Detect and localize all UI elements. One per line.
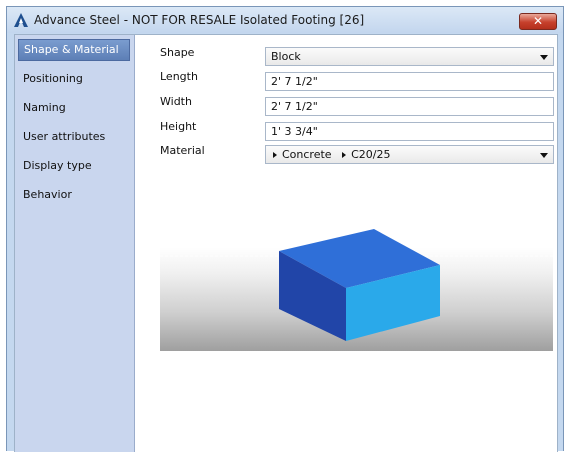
shape-label: Shape	[160, 46, 195, 59]
chevron-down-icon	[540, 55, 548, 60]
sidebar-item-naming[interactable]: Naming	[18, 97, 130, 119]
block-preview-graphic	[160, 229, 553, 341]
dialog-client-area: Shape & Material Positioning Naming User…	[14, 34, 558, 452]
sidebar: Shape & Material Positioning Naming User…	[15, 35, 135, 452]
sidebar-item-positioning[interactable]: Positioning	[18, 68, 130, 90]
material-dropdown[interactable]: Concrete C20/25	[265, 145, 554, 164]
sidebar-item-display-type[interactable]: Display type	[18, 155, 130, 177]
material-category: Concrete	[282, 148, 332, 161]
shape-dropdown[interactable]: Block	[265, 47, 554, 66]
width-input[interactable]: 2' 7 1/2"	[265, 97, 554, 116]
width-label: Width	[160, 95, 192, 108]
shape-preview-viewport[interactable]	[160, 222, 553, 351]
material-label: Material	[160, 144, 205, 157]
length-input[interactable]: 2' 7 1/2"	[265, 72, 554, 91]
advance-steel-logo-icon	[14, 13, 28, 27]
dialog-window: Advance Steel - NOT FOR RESALE Isolated …	[6, 6, 564, 452]
sidebar-item-behavior[interactable]: Behavior	[18, 184, 130, 206]
window-title: Advance Steel - NOT FOR RESALE Isolated …	[34, 13, 365, 27]
breadcrumb-arrow-icon	[342, 152, 347, 158]
title-bar[interactable]: Advance Steel - NOT FOR RESALE Isolated …	[7, 7, 563, 33]
shape-value: Block	[271, 50, 301, 63]
height-label: Height	[160, 120, 197, 133]
sidebar-item-user-attributes[interactable]: User attributes	[18, 126, 130, 148]
sidebar-item-shape-material[interactable]: Shape & Material	[18, 39, 130, 61]
material-grade: C20/25	[351, 148, 391, 161]
chevron-down-icon	[540, 153, 548, 158]
breadcrumb-arrow-icon	[273, 152, 277, 158]
length-label: Length	[160, 70, 198, 83]
height-input[interactable]: 1' 3 3/4"	[265, 122, 554, 141]
close-button[interactable]: ✕	[519, 13, 557, 30]
